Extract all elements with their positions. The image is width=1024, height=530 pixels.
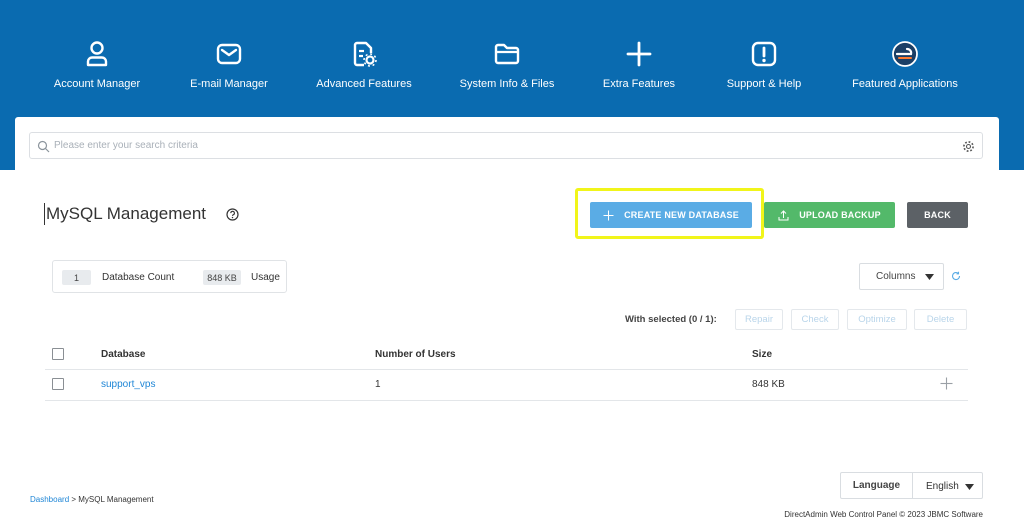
language-label: Language — [841, 473, 913, 498]
breadcrumb-current: MySQL Management — [78, 495, 154, 504]
column-header-size[interactable]: Size — [752, 349, 772, 360]
database-count-badge: 1 — [62, 270, 91, 285]
nav-support-help[interactable]: Support & Help — [689, 38, 839, 90]
upload-backup-button[interactable]: UPLOAD BACKUP — [764, 202, 895, 228]
table-divider — [45, 369, 968, 370]
table-divider — [45, 400, 968, 401]
breadcrumb-dashboard-link[interactable]: Dashboard — [30, 495, 69, 504]
gear-icon[interactable] — [962, 140, 975, 153]
with-selected-label: With selected (0 / 1): — [625, 314, 717, 325]
nav-featured-applications[interactable]: Featured Applications — [830, 38, 980, 90]
exclamation-icon — [751, 41, 777, 67]
database-count-label: Database Count — [102, 272, 175, 283]
repair-button[interactable]: Repair — [735, 309, 783, 330]
search-input[interactable] — [54, 136, 934, 155]
nav-email-manager[interactable]: E-mail Manager — [154, 38, 304, 90]
database-size: 848 KB — [752, 379, 785, 390]
caret-down-icon — [925, 274, 934, 280]
nav-system-info-files[interactable]: System Info & Files — [432, 38, 582, 90]
language-selector: Language English — [840, 472, 983, 499]
nav-label: E-mail Manager — [190, 78, 268, 90]
upload-backup-label: UPLOAD BACKUP — [799, 210, 881, 220]
breadcrumb-separator: > — [69, 495, 79, 504]
nav-label: System Info & Files — [459, 78, 555, 90]
footer-text: DirectAdmin Web Control Panel © 2023 JBM… — [784, 510, 983, 519]
app-logo-icon — [892, 41, 918, 67]
user-icon — [86, 41, 108, 67]
user-count: 1 — [375, 379, 381, 390]
row-checkbox[interactable] — [52, 378, 64, 390]
back-button[interactable]: BACK — [907, 202, 968, 228]
nav-label: Account Manager — [53, 78, 141, 90]
columns-label: Columns — [876, 271, 916, 282]
check-button[interactable]: Check — [791, 309, 839, 330]
usage-badge: 848 KB — [203, 270, 241, 285]
plus-icon — [626, 41, 652, 67]
column-header-database[interactable]: Database — [101, 349, 145, 360]
document-gear-icon — [353, 41, 377, 67]
optimize-button[interactable]: Optimize — [847, 309, 907, 330]
expand-plus-icon[interactable] — [940, 377, 953, 390]
search-bar — [29, 132, 983, 159]
caret-down-icon — [965, 484, 974, 490]
column-header-users[interactable]: Number of Users — [375, 349, 456, 360]
nav-account-manager[interactable]: Account Manager — [22, 38, 172, 90]
search-icon — [37, 140, 50, 153]
upload-icon — [778, 209, 789, 220]
nav-advanced-features[interactable]: Advanced Features — [289, 38, 439, 90]
folder-icon — [494, 43, 520, 65]
plus-icon — [603, 210, 614, 220]
page-title: MySQL Management — [44, 203, 206, 225]
columns-dropdown[interactable]: Columns — [859, 263, 944, 290]
nav-label: Featured Applications — [852, 78, 958, 90]
language-dropdown[interactable]: English — [926, 481, 959, 492]
envelope-icon — [216, 43, 242, 65]
database-stats: 1 Database Count 848 KB Usage — [52, 260, 287, 293]
breadcrumb: Dashboard > MySQL Management — [30, 495, 154, 504]
database-name-link[interactable]: support_vps — [101, 379, 155, 390]
select-all-checkbox[interactable] — [52, 348, 64, 360]
delete-button[interactable]: Delete — [914, 309, 967, 330]
refresh-icon[interactable] — [951, 271, 961, 281]
nav-label: Advanced Features — [316, 78, 412, 90]
usage-label: Usage — [251, 272, 280, 283]
create-database-label: CREATE NEW DATABASE — [624, 210, 739, 220]
help-icon[interactable] — [226, 208, 239, 221]
nav-label: Support & Help — [726, 78, 802, 90]
create-database-button[interactable]: CREATE NEW DATABASE — [590, 202, 752, 228]
